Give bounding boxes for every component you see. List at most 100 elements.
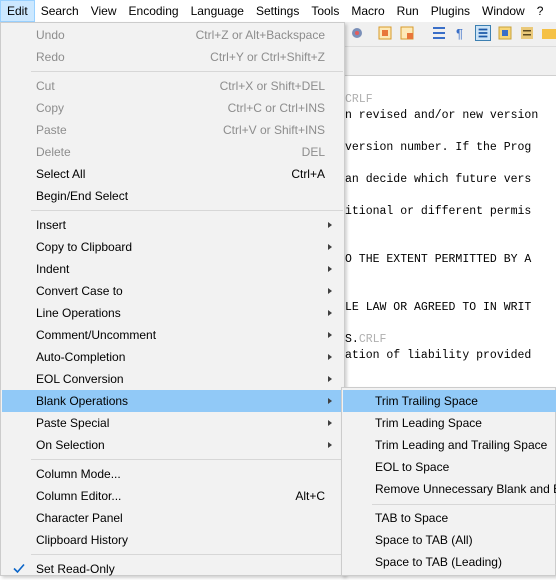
menu-item-column-mode[interactable]: Column Mode... [2,463,343,485]
delete-label: Delete [36,145,71,159]
menu-item-indent[interactable]: Indent [2,258,343,280]
menu-run[interactable]: Run [391,0,425,22]
edit-menu: Undo Ctrl+Z or Alt+Backspace Redo Ctrl+Y o… [0,22,345,576]
menu-edit[interactable]: Edit [0,0,35,22]
menu-tools[interactable]: Tools [305,0,345,22]
zoom-in-icon[interactable] [378,25,394,41]
paste-shortcut: Ctrl+V or Shift+INS [222,123,325,137]
submenu-item-remove-unnecessary[interactable]: Remove Unnecessary Blank and EOL [343,478,556,500]
menu-item-redo[interactable]: Redo Ctrl+Y or Ctrl+Shift+Z [2,46,343,68]
character-panel-label: Character Panel [36,511,123,525]
checkmark-icon [13,563,25,574]
editor-line: CRLF [345,93,373,106]
menu-item-auto-completion[interactable]: Auto-Completion [2,346,343,368]
menu-item-eol-conversion[interactable]: EOL Conversion [2,368,343,390]
menu-item-comment[interactable]: Comment/Uncomment [2,324,343,346]
menu-item-paste[interactable]: Paste Ctrl+V or Shift+INS [2,119,343,141]
submenu-item-eol-to-space[interactable]: EOL to Space [343,456,556,478]
submenu-arrow-icon [328,354,332,360]
menu-item-undo[interactable]: Undo Ctrl+Z or Alt+Backspace [2,24,343,46]
folder-workspace-icon[interactable] [541,25,556,41]
tab-to-space-label: TAB to Space [375,511,449,525]
select-all-label: Select All [36,167,86,181]
menu-item-delete[interactable]: Delete DEL [2,141,343,163]
menu-encoding[interactable]: Encoding [123,0,185,22]
trim-trailing-label: Trim Trailing Space [375,394,478,408]
menu-item-line-operations[interactable]: Line Operations [2,302,343,324]
submenu-arrow-icon [328,442,332,448]
editor-line: itional or different permis [345,205,532,218]
blank-operations-submenu: Trim Trailing Space Trim Leading Space T… [341,387,556,576]
submenu-item-trim-leading[interactable]: Trim Leading Space [343,412,556,434]
menu-item-convert-case[interactable]: Convert Case to [2,280,343,302]
submenu-arrow-icon [328,310,332,316]
delete-shortcut: DEL [301,145,325,159]
trim-both-label: Trim Leading and Trailing Space [375,438,548,452]
menu-item-cut[interactable]: Cut Ctrl+X or Shift+DEL [2,75,343,97]
cut-label: Cut [36,79,55,93]
show-all-characters-icon[interactable]: ¶ [453,25,469,41]
menu-item-begin-end-select[interactable]: Begin/End Select [2,185,343,207]
insert-label: Insert [36,218,67,232]
menu-item-on-selection[interactable]: On Selection [2,434,343,456]
menu-separator [31,554,343,555]
tab-strip [345,47,556,76]
document-map-icon[interactable] [497,25,513,41]
menu-item-copy-to-clipboard[interactable]: Copy to Clipboard [2,236,343,258]
editor-line: n revised and/or new version [345,109,539,122]
submenu-item-space-to-tab-all[interactable]: Space to TAB (All) [343,529,556,551]
redo-shortcut: Ctrl+Y or Ctrl+Shift+Z [210,50,325,64]
on-selection-label: On Selection [36,438,105,452]
menu-language[interactable]: Language [185,0,250,22]
menu-view[interactable]: View [85,0,123,22]
editor-line: LE LAW OR AGREED TO IN WRIT [345,301,532,314]
column-editor-label: Column Editor... [36,489,122,503]
editor-line: O THE EXTENT PERMITTED BY A [345,253,532,266]
svg-text:¶: ¶ [456,26,463,41]
zoom-out-icon[interactable] [400,25,416,41]
indent-guide-icon[interactable] [475,25,491,41]
menu-separator [31,459,343,460]
submenu-item-space-to-tab-leading[interactable]: Space to TAB (Leading) [343,551,556,573]
indent-label: Indent [36,262,70,276]
toolbar: ¶ [345,22,556,47]
menu-item-insert[interactable]: Insert [2,214,343,236]
trim-leading-label: Trim Leading Space [375,416,482,430]
menu-settings[interactable]: Settings [250,0,305,22]
menu-plugins[interactable]: Plugins [425,0,476,22]
menu-window[interactable]: Window [476,0,531,22]
undo-shortcut: Ctrl+Z or Alt+Backspace [195,28,325,42]
column-editor-shortcut: Alt+C [295,489,325,503]
editor-line: ation of liability provided [345,349,532,362]
submenu-item-trim-both[interactable]: Trim Leading and Trailing Space [343,434,556,456]
submenu-arrow-icon [328,420,332,426]
function-list-icon[interactable] [519,25,535,41]
menu-item-select-all[interactable]: Select All Ctrl+A [2,163,343,185]
menu-item-set-read-only[interactable]: Set Read-Only [2,558,343,580]
menu-separator [31,210,343,211]
copy-label: Copy [36,101,65,115]
column-mode-label: Column Mode... [36,467,121,481]
menu-help[interactable]: ? [531,0,550,22]
remove-unnecessary-label: Remove Unnecessary Blank and EOL [375,482,556,496]
menu-macro[interactable]: Macro [345,0,390,22]
paste-special-label: Paste Special [36,416,110,430]
menu-item-clipboard-history[interactable]: Clipboard History [2,529,343,551]
menu-item-blank-operations[interactable]: Blank Operations [2,390,343,412]
menu-search[interactable]: Search [35,0,85,22]
menu-item-paste-special[interactable]: Paste Special [2,412,343,434]
menu-item-column-editor[interactable]: Column Editor... Alt+C [2,485,343,507]
submenu-item-trim-trailing[interactable]: Trim Trailing Space [343,390,556,412]
eol-to-space-label: EOL to Space [375,460,450,474]
space-to-tab-leading-label: Space to TAB (Leading) [375,555,502,569]
select-all-shortcut: Ctrl+A [291,167,325,181]
editor-line: S.CRLF [345,333,387,346]
sync-vertical-icon[interactable] [431,25,447,41]
menu-item-copy[interactable]: Copy Ctrl+C or Ctrl+INS [2,97,343,119]
redo-label: Redo [36,50,65,64]
submenu-item-tab-to-space[interactable]: TAB to Space [343,507,556,529]
undo-label: Undo [36,28,65,42]
menu-item-character-panel[interactable]: Character Panel [2,507,343,529]
macro-icon[interactable] [349,25,365,41]
begin-end-select-label: Begin/End Select [36,189,129,203]
